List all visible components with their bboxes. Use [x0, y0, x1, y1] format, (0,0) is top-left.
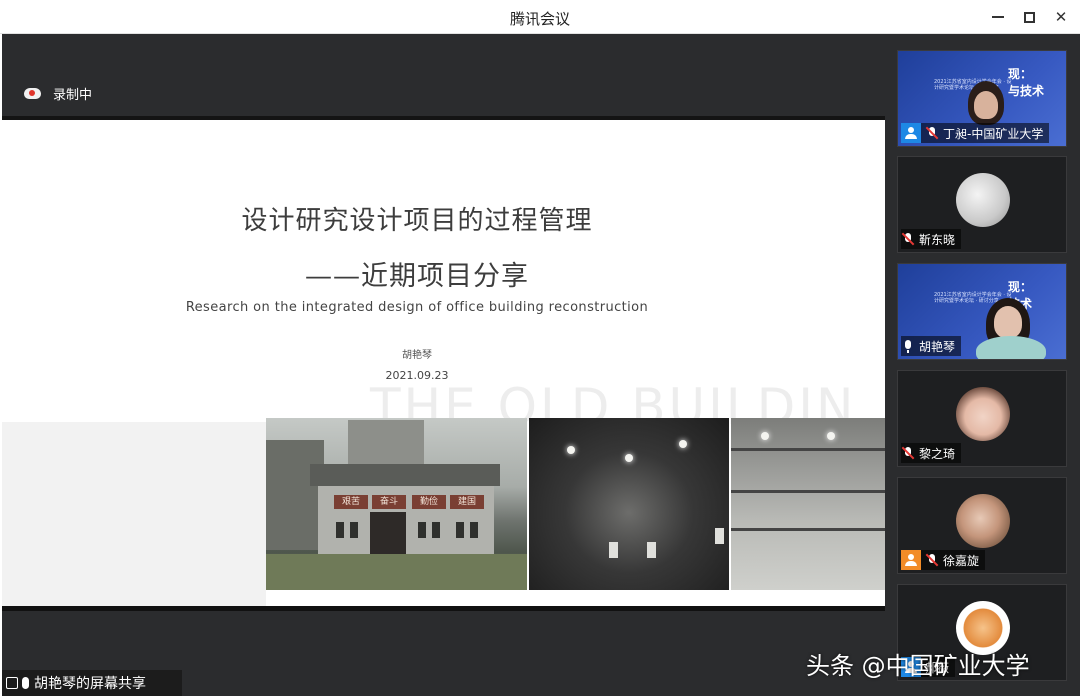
- building-sign: 艰苦: [334, 495, 368, 509]
- truss-beam: [731, 490, 885, 493]
- screen-share-icon: [6, 677, 18, 689]
- person-face: [994, 306, 1022, 338]
- building-roof: [310, 464, 500, 486]
- building-sign: 勤俭: [412, 495, 446, 509]
- cloud-record-icon: [24, 88, 41, 99]
- minimize-icon: [992, 16, 1004, 18]
- ceiling-light: [625, 454, 633, 462]
- video-slide-heading: 现： 与技术: [1008, 67, 1045, 98]
- slide-subtitle: Research on the integrated design of off…: [185, 300, 649, 315]
- slide-gray-block: [2, 422, 266, 606]
- building-sign: 建国: [450, 495, 484, 509]
- participant-tile[interactable]: 徐嘉旋: [897, 477, 1067, 574]
- participant-name: 胡艳琴: [919, 339, 956, 354]
- slide-title-line2: ——近期项目分享: [305, 261, 529, 292]
- participant-name-bar: 靳东晓: [901, 229, 962, 249]
- ceiling-light: [827, 432, 835, 440]
- participant-name: 丁昶-中国矿业大学: [943, 126, 1044, 141]
- participant-panel: 2021江苏省室内设计学会年会 · 设计研究暨学术论坛 · 研讨分享 现： 与技…: [885, 34, 1080, 696]
- screen-share-area: 录制中 设计研究设计项目的过程管理 ——近期项目分享 Research on t…: [2, 34, 885, 696]
- mic-muted-icon: [925, 553, 939, 567]
- participant-tile[interactable]: 黎之琦: [897, 370, 1067, 467]
- maximize-icon: [1023, 11, 1035, 23]
- participant-name-bar: 徐嘉旋: [901, 550, 986, 570]
- platform-watermark: 头条 @中国矿业大学: [806, 652, 1030, 680]
- slide-author: 胡艳琴: [402, 350, 432, 361]
- shared-slide: 设计研究设计项目的过程管理 ——近期项目分享 Research on the i…: [2, 120, 885, 606]
- user-icon: [901, 123, 921, 143]
- mic-on-icon: [901, 339, 915, 353]
- mic-muted-icon: [925, 126, 939, 140]
- participant-name: 靳东晓: [919, 232, 956, 247]
- close-icon: ✕: [1054, 8, 1068, 26]
- building-sign: 奋斗: [372, 495, 406, 509]
- screen-share-label: 胡艳琴的屏幕共享: [2, 670, 182, 696]
- interior-window: [609, 542, 618, 558]
- slide-bottom-border: [2, 606, 885, 611]
- truss-beam: [731, 448, 885, 451]
- participant-tile[interactable]: 2021江苏省室内设计学会年会 · 设计研究暨学术论坛 · 研讨分享 现： 技术…: [897, 263, 1067, 360]
- interior-photo: [529, 418, 729, 590]
- person-shirt: [976, 336, 1046, 359]
- building-window: [470, 522, 478, 538]
- person-face: [974, 91, 998, 119]
- participant-tile[interactable]: 靳东晓: [897, 156, 1067, 253]
- window-title: 腾讯会议: [509, 10, 570, 28]
- mic-muted-icon: [901, 232, 915, 246]
- participant-avatar: [956, 494, 1010, 548]
- participant-avatar: [956, 387, 1010, 441]
- user-icon: [901, 550, 921, 570]
- building-left-wing: [266, 440, 324, 550]
- slide-title-line1: 设计研究设计项目的过程管理: [241, 206, 593, 236]
- building-window: [350, 522, 358, 538]
- recording-label: 录制中: [53, 88, 93, 103]
- title-bar: 腾讯会议 ✕: [0, 0, 1080, 34]
- interior-window: [715, 528, 724, 544]
- participant-name-bar: 丁昶-中国矿业大学: [901, 123, 1050, 143]
- participant-name: 黎之琦: [919, 446, 956, 461]
- recording-indicator[interactable]: 录制中: [24, 84, 92, 103]
- building-window: [418, 522, 426, 538]
- minimize-button[interactable]: [985, 5, 1011, 29]
- close-button[interactable]: ✕: [1048, 5, 1074, 29]
- mic-muted-icon: [901, 446, 915, 460]
- old-building-photo: 艰苦 奋斗 勤俭 建国: [266, 418, 527, 590]
- participant-tile[interactable]: 2021江苏省室内设计学会年会 · 设计研究暨学术论坛 · 研讨分享 现： 与技…: [897, 50, 1067, 147]
- participant-name-bar: 胡艳琴: [901, 336, 962, 356]
- maximize-button[interactable]: [1016, 5, 1042, 29]
- participant-avatar: [956, 173, 1010, 227]
- ceiling-light: [761, 432, 769, 440]
- share-label-text: 胡艳琴的屏幕共享: [34, 676, 146, 692]
- microphone-icon: [22, 677, 29, 689]
- grass: [266, 554, 527, 590]
- roof-truss-photo: [731, 418, 885, 590]
- building-window: [336, 522, 344, 538]
- participant-name: 徐嘉旋: [943, 553, 980, 568]
- building-window: [456, 522, 464, 538]
- ceiling-light: [679, 440, 687, 448]
- building-window: [432, 522, 440, 538]
- interior-window: [647, 542, 656, 558]
- participant-name-bar: 黎之琦: [901, 443, 962, 463]
- building-door: [370, 512, 406, 556]
- ceiling-light: [567, 446, 575, 454]
- truss-beam: [731, 528, 885, 531]
